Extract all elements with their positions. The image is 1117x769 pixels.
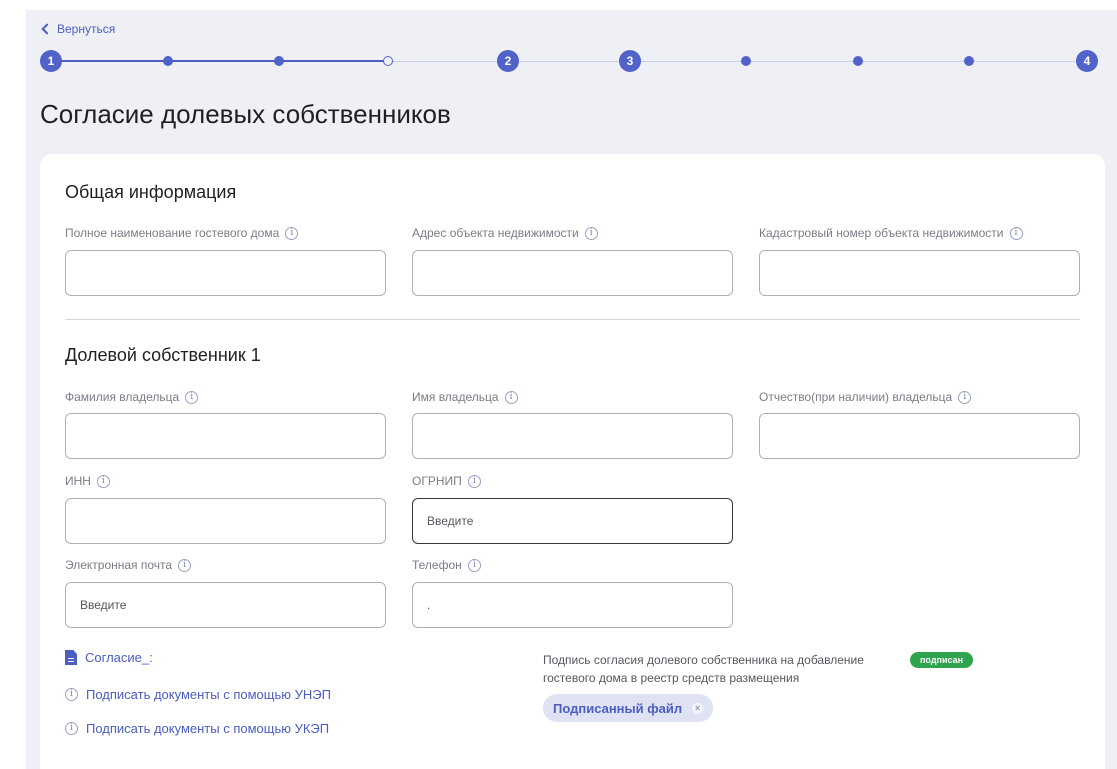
cadastral-number-input[interactable] [759, 250, 1080, 296]
info-icon[interactable]: i [467, 474, 481, 488]
info-icon: i [65, 688, 78, 701]
step-dot [741, 56, 751, 66]
info-icon[interactable]: i [504, 390, 518, 404]
info-icon: i [65, 722, 78, 735]
guesthouse-name-input[interactable] [65, 250, 386, 296]
field-label: Отчество(при наличии) владельца i [759, 390, 972, 404]
info-icon[interactable]: i [185, 390, 199, 404]
info-icon[interactable]: i [96, 474, 110, 488]
step-3[interactable]: 3 [619, 50, 641, 72]
back-link[interactable]: Вернуться [40, 20, 115, 38]
progress-stepper: 1 2 3 4 [40, 50, 1100, 72]
sign-unep-link[interactable]: i Подписать документы с помощью УНЭП [65, 687, 331, 702]
sign-ukep-label: Подписать документы с помощью УКЭП [86, 721, 330, 736]
field-label: ИНН i [65, 474, 110, 488]
signed-file-label: Подписанный файл [553, 700, 683, 716]
phone-input[interactable]: . [412, 582, 733, 628]
step-dot [964, 56, 974, 66]
status-badge: подписан [910, 652, 974, 668]
section-title-general: Общая информация [65, 182, 237, 202]
sign-ukep-link[interactable]: i Подписать документы с помощью УКЭП [65, 721, 329, 736]
info-icon[interactable]: i [1009, 226, 1023, 240]
address-label: Адрес объекта недвижимости [412, 226, 579, 240]
chevron-left-icon [41, 23, 53, 35]
phone-label: Телефон [412, 558, 462, 572]
step-dot [274, 56, 284, 66]
guesthouse-name-label: Полное наименование гостевого дома [65, 226, 280, 240]
field-label: Полное наименование гостевого дома i [65, 226, 299, 240]
consent-file-name: Согласие_: [85, 650, 153, 665]
email-label: Электронная почта [65, 558, 173, 572]
close-icon[interactable]: × [692, 702, 704, 714]
stepper-progress [51, 60, 386, 62]
ogrnip-label: ОГРНИП [412, 474, 462, 488]
inn-input[interactable] [65, 498, 386, 544]
step-1[interactable]: 1 [40, 50, 62, 72]
address-input[interactable] [412, 250, 733, 296]
inn-label: ИНН [65, 474, 91, 488]
patronymic-label: Отчество(при наличии) владельца [759, 390, 953, 404]
ogrnip-input[interactable]: Введите [412, 498, 733, 544]
section-title-owner: Долевой собственник 1 [65, 345, 261, 365]
patronymic-input[interactable] [759, 413, 1080, 459]
first-name-label: Имя владельца [412, 390, 499, 404]
document-icon [65, 650, 77, 665]
signed-file-chip[interactable]: Подписанный файл × [543, 694, 714, 722]
field-label: Имя владельца i [412, 390, 518, 404]
field-label: Кадастровый номер объекта недвижимости i [759, 226, 1023, 240]
surname-input[interactable] [65, 413, 386, 459]
info-icon[interactable]: i [467, 558, 481, 572]
signature-description: Подпись согласия долевого собственника н… [543, 653, 864, 685]
field-label: Электронная почта i [65, 558, 192, 572]
field-label: Телефон i [412, 558, 481, 572]
step-2[interactable]: 2 [497, 50, 519, 72]
field-label: ОГРНИП i [412, 474, 481, 488]
info-icon[interactable]: i [178, 558, 192, 572]
surname-label: Фамилия владельца [65, 390, 180, 404]
info-icon[interactable]: i [958, 390, 972, 404]
form-card: Общая информация Полное наименование гос… [40, 154, 1105, 769]
step-dot [163, 56, 173, 66]
info-icon[interactable]: i [584, 226, 598, 240]
sign-unep-label: Подписать документы с помощью УНЭП [86, 687, 331, 702]
info-icon[interactable]: i [285, 226, 299, 240]
email-input[interactable]: Введите [65, 582, 386, 628]
consent-file-link[interactable]: Согласие_: [65, 650, 153, 665]
field-label: Фамилия владельца i [65, 390, 199, 404]
step-4[interactable]: 4 [1076, 50, 1098, 72]
first-name-input[interactable] [412, 413, 733, 459]
stepper-track [386, 61, 1089, 62]
section-divider [65, 319, 1080, 320]
field-label: Адрес объекта недвижимости i [412, 226, 598, 240]
page-title: Согласие долевых собственников [40, 99, 451, 129]
step-dot [853, 56, 863, 66]
cadastral-number-label: Кадастровый номер объекта недвижимости [759, 226, 1004, 240]
back-label: Вернуться [57, 22, 116, 36]
step-dot-current [383, 56, 393, 66]
